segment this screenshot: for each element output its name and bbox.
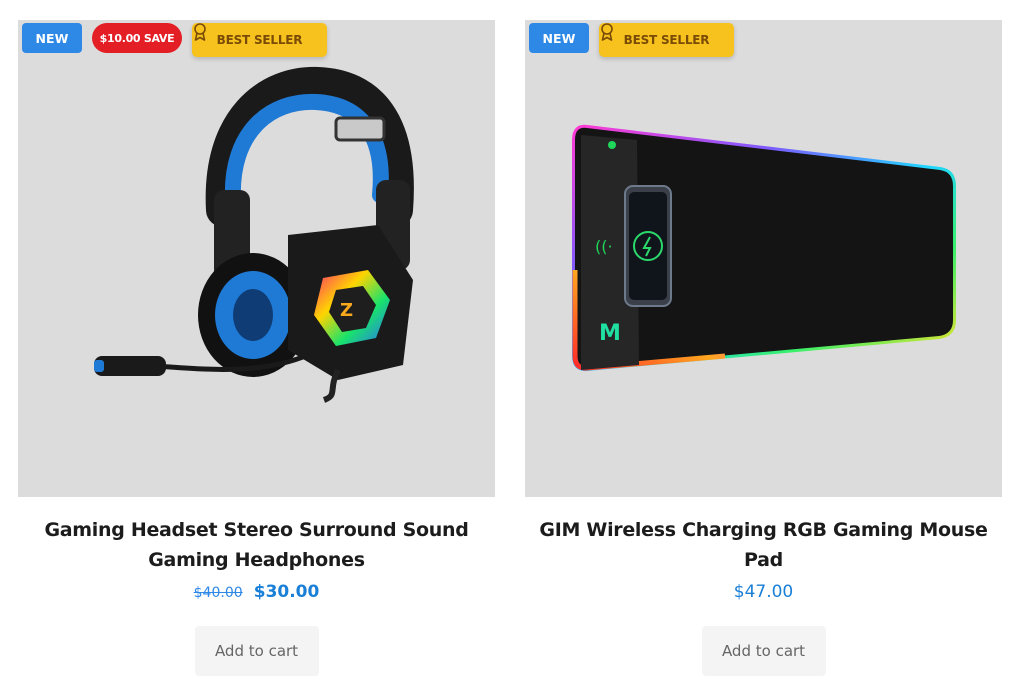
save-badge: $10.00 SAVE bbox=[92, 23, 182, 53]
award-ribbon-icon bbox=[601, 23, 613, 41]
sale-price: $30.00 bbox=[253, 582, 320, 602]
add-to-cart-button[interactable]: Add to cart bbox=[701, 626, 826, 676]
svg-text:M: M bbox=[599, 321, 621, 346]
svg-text:((·: ((· bbox=[595, 237, 613, 256]
mouse-pad-image: ((· M bbox=[572, 124, 956, 372]
best-seller-label: BEST SELLER bbox=[216, 33, 303, 47]
product-title[interactable]: Gaming Headset Stereo Surround Sound Gam… bbox=[18, 515, 495, 575]
product-image-link[interactable]: ((· M NEW BEST SELLER bbox=[525, 20, 1002, 497]
award-ribbon-icon bbox=[194, 23, 206, 41]
new-badge: NEW bbox=[529, 23, 589, 53]
product-card: Z NEW $10.00 SAVE BEST SELLER Gaming Hea… bbox=[18, 20, 495, 676]
headset-image: Z bbox=[94, 66, 414, 403]
product-title[interactable]: GIM Wireless Charging RGB Gaming Mouse P… bbox=[525, 515, 1002, 575]
price: $47.00 bbox=[525, 577, 1002, 607]
add-to-cart-button[interactable]: Add to cart bbox=[194, 626, 319, 676]
price: $40.00 $30.00 bbox=[18, 577, 495, 607]
regular-price: $47.00 bbox=[733, 582, 794, 602]
best-seller-badge: BEST SELLER bbox=[599, 23, 734, 57]
new-badge: NEW bbox=[22, 23, 82, 53]
product-image-link[interactable]: Z NEW $10.00 SAVE BEST SELLER bbox=[18, 20, 495, 497]
svg-text:Z: Z bbox=[340, 300, 353, 321]
product-card: ((· M NEW BEST SELLER GIM Wireless Charg… bbox=[525, 20, 1002, 676]
original-price: $40.00 bbox=[193, 585, 243, 601]
best-seller-label: BEST SELLER bbox=[623, 33, 710, 47]
best-seller-badge: BEST SELLER bbox=[192, 23, 327, 57]
